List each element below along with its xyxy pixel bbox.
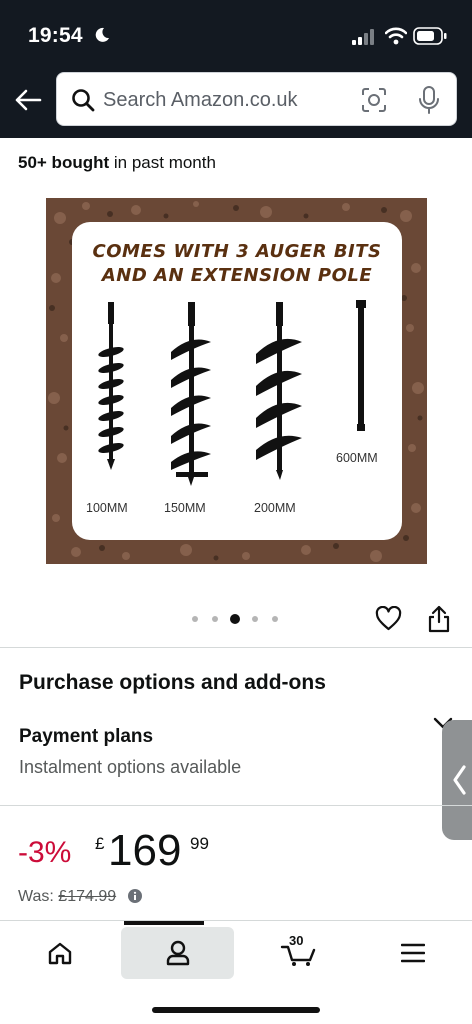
payment-plans-title[interactable]: Payment plans: [19, 726, 153, 748]
image-carousel-dots[interactable]: [192, 613, 284, 625]
image-headline-line2: AND AN EXTENSION POLE: [101, 265, 373, 286]
section-divider: [0, 647, 472, 648]
was-price-value: £174.99: [58, 888, 117, 905]
label-150mm: 150MM: [164, 501, 206, 515]
auger-bit-200mm-illustration: [256, 302, 302, 480]
nav-menu[interactable]: [373, 927, 453, 979]
auger-bit-100mm-illustration: [98, 302, 124, 470]
status-time: 19:54: [28, 24, 83, 47]
image-headline: COMES WITH 3 AUGER BITS AND AN EXTENSION…: [72, 240, 402, 288]
section-divider: [0, 805, 472, 806]
moon-icon: [95, 27, 109, 42]
wifi-icon: [385, 27, 407, 45]
carousel-dot[interactable]: [272, 616, 278, 622]
side-panel-handle[interactable]: [442, 720, 472, 840]
price-fraction: 99: [190, 834, 209, 853]
label-600mm: 600MM: [336, 451, 378, 465]
top-bar: 19:54: [0, 0, 472, 138]
nav-home[interactable]: [20, 927, 100, 979]
purchase-options-heading: Purchase options and add-ons: [19, 671, 326, 694]
auger-bit-150mm-illustration: [171, 302, 211, 486]
discount-percentage: -3%: [18, 836, 72, 869]
camera-icon[interactable]: [361, 87, 387, 113]
label-100mm: 100MM: [86, 501, 128, 515]
product-image[interactable]: COMES WITH 3 AUGER BITS AND AN EXTENSION…: [46, 198, 427, 564]
carousel-dot[interactable]: [252, 616, 258, 622]
bought-count: 50+ bought: [18, 153, 110, 172]
nav-active-indicator: [124, 921, 204, 925]
search-input[interactable]: [103, 83, 353, 117]
label-200mm: 200MM: [254, 501, 296, 515]
social-proof-text: 50+ bought in past month: [18, 153, 216, 173]
nav-account[interactable]: [121, 927, 234, 979]
carousel-dot[interactable]: [212, 616, 218, 622]
back-arrow-icon: [15, 89, 42, 111]
account-icon: [166, 940, 189, 966]
image-headline-line1: COMES WITH 3 AUGER BITS: [92, 241, 382, 262]
heart-icon[interactable]: [375, 606, 402, 632]
search-bar[interactable]: [56, 72, 457, 126]
menu-icon: [401, 943, 425, 963]
battery-icon: [413, 27, 447, 45]
price-whole: 169: [108, 826, 182, 875]
info-icon[interactable]: [128, 889, 142, 903]
carousel-dot[interactable]: [192, 616, 198, 622]
payment-plans-subtitle: Instalment options available: [19, 757, 242, 777]
bought-suffix: in past month: [109, 153, 216, 172]
back-button[interactable]: [12, 86, 44, 114]
carousel-dot-active[interactable]: [230, 614, 240, 624]
home-icon: [48, 942, 72, 965]
cart-count: 30: [289, 933, 304, 948]
mic-icon[interactable]: [417, 86, 441, 114]
price-currency: £: [95, 834, 105, 853]
extension-pole-illustration: [356, 300, 366, 431]
search-icon: [72, 89, 95, 112]
was-label: Was:: [18, 888, 59, 905]
was-price: Was: £174.99: [18, 888, 116, 906]
chevron-left-icon: [453, 765, 466, 795]
home-indicator: [152, 1007, 320, 1013]
signal-icon: [352, 29, 374, 45]
product-info-card: COMES WITH 3 AUGER BITS AND AN EXTENSION…: [72, 222, 402, 540]
share-icon[interactable]: [428, 605, 450, 633]
